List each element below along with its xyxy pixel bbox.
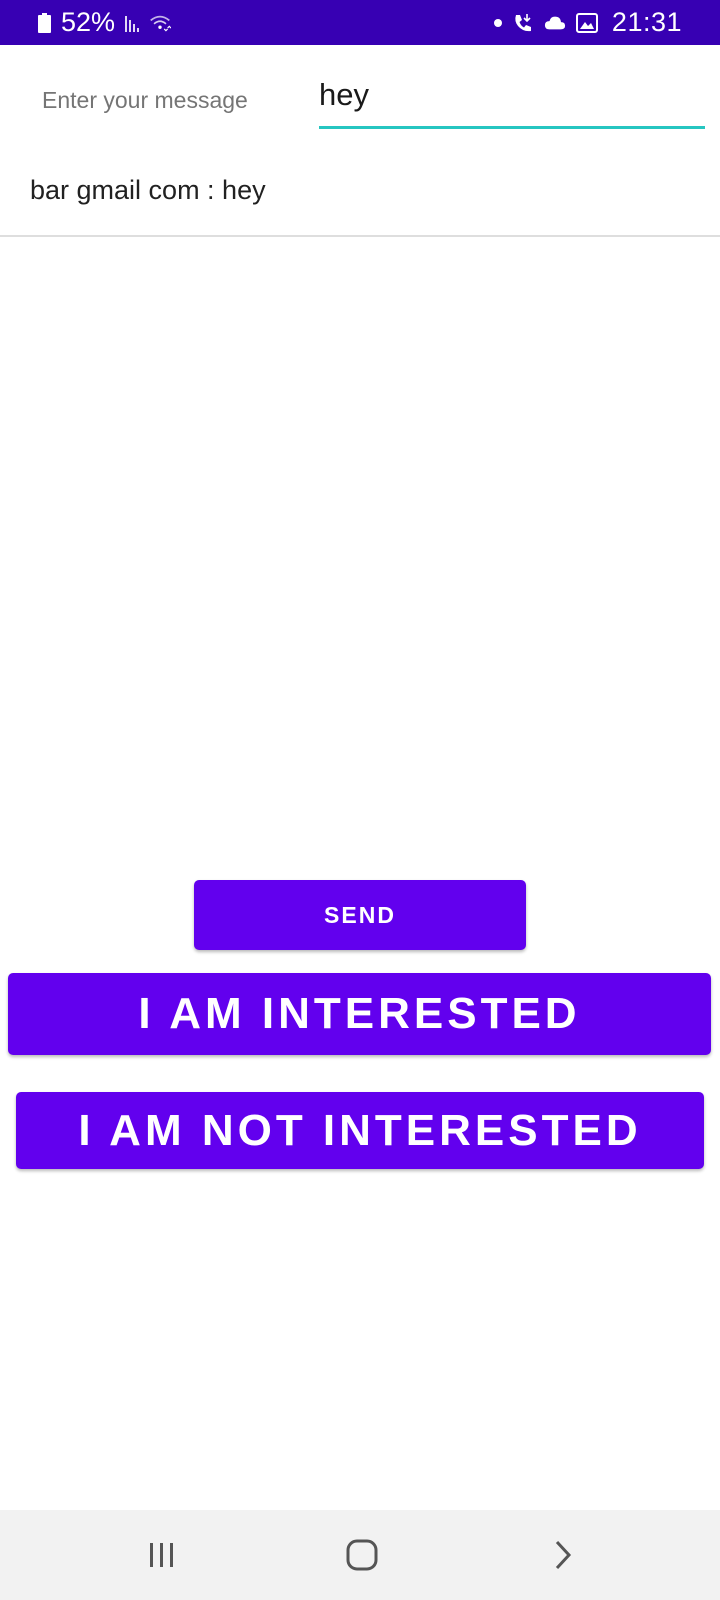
screen: 52% 21:31 Enter your message hey bar gma… xyxy=(0,0,720,1600)
battery-icon xyxy=(38,12,51,33)
notification-dot-icon xyxy=(493,18,502,27)
cloud-icon xyxy=(544,12,566,34)
home-icon[interactable] xyxy=(302,1510,422,1600)
battery-percentage: 52% xyxy=(61,7,116,37)
recents-icon[interactable] xyxy=(102,1510,222,1600)
message-input[interactable] xyxy=(319,73,705,129)
message-entry-label: Enter your message xyxy=(42,87,248,113)
back-icon[interactable] xyxy=(503,1510,623,1600)
signal-icon xyxy=(125,14,140,32)
clock: 21:31 xyxy=(611,7,682,37)
message-entry-row: Enter your message xyxy=(0,45,720,145)
image-icon xyxy=(575,12,598,34)
chat-message: bar gmail com : hey xyxy=(30,175,266,205)
send-button[interactable]: SEND xyxy=(194,880,526,950)
status-bar-left: 52% xyxy=(38,7,172,38)
status-bar-right: 21:31 xyxy=(493,7,682,38)
status-bar: 52% 21:31 xyxy=(0,0,720,45)
interested-button[interactable]: I AM INTERESTED xyxy=(8,973,711,1055)
wifi-icon xyxy=(149,12,172,34)
call-icon xyxy=(512,12,534,34)
navigation-bar xyxy=(0,1510,720,1600)
divider xyxy=(0,235,720,237)
not-interested-button[interactable]: I AM NOT INTERESTED xyxy=(16,1092,704,1169)
